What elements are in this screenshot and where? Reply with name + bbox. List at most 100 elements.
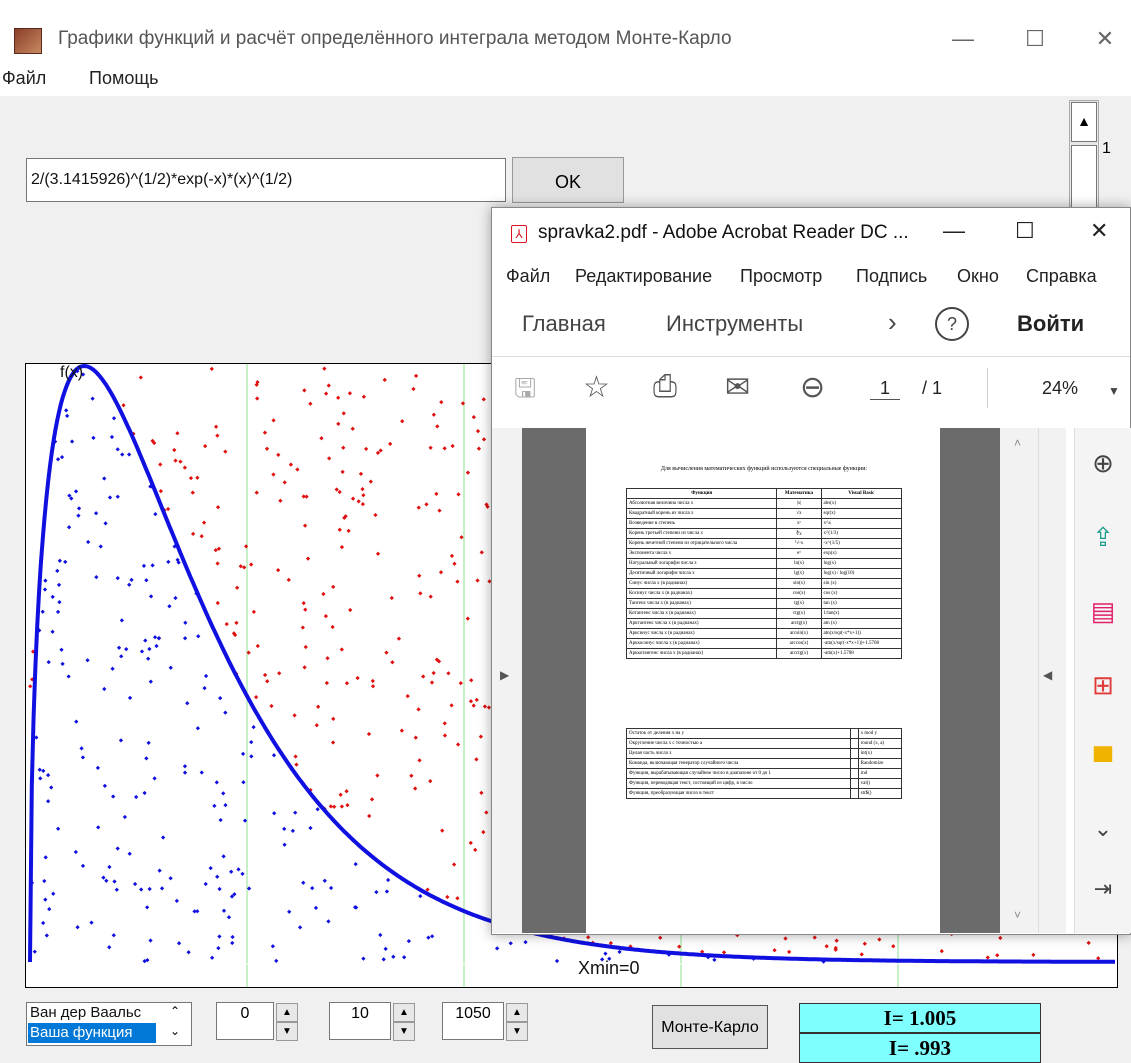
sign-in-button[interactable]: Войти	[1017, 311, 1084, 337]
point-above	[278, 498, 283, 503]
tab-home[interactable]: Главная	[522, 311, 606, 337]
point-below	[98, 544, 103, 549]
point-above	[416, 505, 421, 510]
acrobat-menu-sign[interactable]: Подпись	[856, 266, 927, 287]
point-above	[413, 786, 418, 791]
ok-button[interactable]: OK	[512, 157, 624, 203]
chevron-up-icon[interactable]: ⌃	[170, 1004, 180, 1018]
acrobat-menu-window[interactable]: Окно	[957, 266, 999, 287]
point-above	[341, 411, 346, 416]
point-below	[40, 609, 45, 614]
pdf-table-cell: Целая часть числа x	[625, 748, 852, 759]
point-below	[229, 869, 234, 874]
scroll-up-icon[interactable]: ˄	[1014, 436, 1021, 450]
point-below	[249, 740, 254, 745]
collapse-right-icon[interactable]: ◀	[1043, 668, 1052, 682]
save-icon[interactable]: 🖫	[514, 370, 536, 414]
chevron-right-icon[interactable]: ›	[888, 307, 897, 338]
point-above	[339, 647, 344, 652]
spin-down-button[interactable]: ▼	[506, 1022, 528, 1041]
xmax-spinner[interactable]: 10	[329, 1002, 391, 1040]
expand-left-icon[interactable]: ▶	[500, 668, 509, 682]
pdf-table-cell: atn(x/sqr(-x*x+1))	[820, 628, 903, 639]
chevron-down-icon[interactable]: ⌄	[1083, 816, 1123, 842]
point-above	[471, 703, 476, 708]
point-above	[469, 678, 474, 683]
zoom-level[interactable]: 24%	[1042, 378, 1078, 399]
point-above	[474, 757, 479, 762]
point-above	[173, 458, 178, 463]
point-below	[46, 660, 51, 665]
page-number-input[interactable]: 1	[870, 378, 900, 400]
mail-icon[interactable]: ✉	[725, 370, 750, 405]
tab-tools[interactable]: Инструменты	[666, 311, 803, 337]
spin-up-button[interactable]: ▲	[276, 1003, 298, 1022]
point-below	[115, 846, 120, 851]
point-above	[437, 508, 442, 513]
print-icon[interactable]: ⎙	[653, 370, 677, 404]
point-below	[101, 875, 106, 880]
close-button[interactable]: ✕	[1085, 22, 1125, 56]
zoom-in-icon[interactable]: ⊕	[1083, 448, 1123, 479]
spin-down-button[interactable]: ▼	[276, 1022, 298, 1041]
point-above	[834, 938, 839, 943]
zoom-out-icon[interactable]: ⊖	[800, 370, 825, 405]
points-spinner[interactable]: 1050	[442, 1002, 504, 1040]
point-below	[114, 887, 119, 892]
point-above	[254, 695, 259, 700]
point-below	[272, 811, 277, 816]
minimize-button[interactable]: —	[943, 22, 983, 56]
point-below	[43, 855, 48, 860]
point-below	[221, 854, 226, 859]
help-icon[interactable]: ?	[935, 307, 969, 341]
chevron-down-icon[interactable]: ⌄	[170, 1024, 180, 1038]
point-below	[186, 950, 191, 955]
formula-input[interactable]	[26, 158, 506, 202]
spin-up-button[interactable]: ▲	[506, 1003, 528, 1022]
point-above	[409, 773, 414, 778]
acrobat-maximize-button[interactable]: ☐	[1015, 218, 1035, 244]
point-above	[336, 395, 341, 400]
menu-help[interactable]: Помощь	[89, 68, 159, 89]
spin-down-button[interactable]: ▼	[393, 1022, 415, 1041]
spin-up-button[interactable]: ▲	[393, 1003, 415, 1022]
list-item[interactable]: Ван дер Ваальс	[28, 1003, 162, 1023]
acrobat-menu-view[interactable]: Просмотр	[740, 266, 822, 287]
zoom-dropdown-icon[interactable]: ▼	[1108, 384, 1120, 398]
point-above	[439, 399, 444, 405]
scroll-thumb[interactable]	[1071, 145, 1097, 209]
point-below	[168, 876, 173, 881]
point-below	[96, 825, 101, 830]
point-below	[56, 582, 62, 587]
monte-carlo-button[interactable]: Монте-Карло	[652, 1005, 768, 1049]
point-above	[449, 553, 455, 558]
scroll-down-icon[interactable]: ˅	[1014, 908, 1021, 922]
point-below	[146, 740, 151, 745]
star-icon[interactable]: ☆	[583, 370, 610, 405]
create-pdf-icon[interactable]: ⊞	[1083, 670, 1123, 701]
list-item-selected[interactable]: Ваша функция	[28, 1023, 156, 1043]
point-below	[119, 618, 124, 623]
point-below	[134, 794, 139, 800]
point-above	[440, 828, 445, 833]
organize-pages-icon[interactable]: ▤	[1083, 596, 1123, 627]
acrobat-close-button[interactable]: ✕	[1090, 218, 1108, 244]
point-below	[217, 886, 222, 892]
acrobat-menu-help[interactable]: Справка	[1026, 266, 1097, 287]
point-below	[240, 751, 246, 756]
menu-file[interactable]: Файл	[0, 68, 46, 89]
acrobat-menu-file[interactable]: Файл	[506, 266, 550, 287]
collapse-panel-icon[interactable]: ⇥	[1083, 876, 1123, 902]
acrobat-menu-edit[interactable]: Редактирование	[575, 266, 712, 287]
comment-icon[interactable]: ▀	[1083, 746, 1123, 777]
xmin-spinner[interactable]: 0	[216, 1002, 274, 1040]
scroll-up-button[interactable]: ▲	[1071, 102, 1097, 142]
point-above	[373, 512, 378, 518]
point-above	[360, 501, 365, 507]
export-pdf-icon[interactable]: ⇪	[1083, 522, 1123, 553]
acrobat-minimize-button[interactable]: —	[943, 218, 965, 244]
point-below	[223, 710, 228, 715]
point-above	[234, 620, 239, 626]
point-above	[421, 674, 426, 679]
maximize-button[interactable]: ☐	[1015, 22, 1055, 56]
